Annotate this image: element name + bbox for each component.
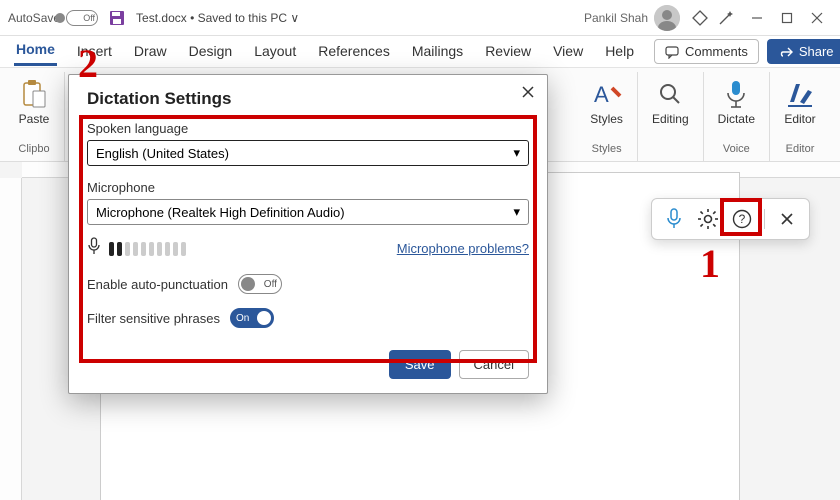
- microphone-select[interactable]: Microphone (Realtek High Definition Audi…: [87, 199, 529, 225]
- microphone-level-row: Microphone problems?: [87, 237, 529, 260]
- microphone-level-meter: [109, 242, 186, 256]
- user-name: Pankil Shah: [584, 11, 648, 25]
- clipboard-icon: [18, 78, 50, 110]
- editing-button[interactable]: Editing: [648, 74, 693, 126]
- title-bar: AutoSave Off Test.docx • Saved to this P…: [0, 0, 840, 36]
- editor-icon: [784, 78, 816, 110]
- dictation-help-button[interactable]: ?: [730, 207, 754, 231]
- ribbon-group-voice: Dictate Voice: [704, 72, 770, 161]
- styles-button[interactable]: A Styles: [586, 74, 627, 126]
- language-select[interactable]: English (United States) ▾: [87, 140, 529, 166]
- save-button[interactable]: Save: [389, 350, 451, 379]
- chevron-down-icon: ▾: [513, 204, 520, 220]
- language-label: Spoken language: [87, 121, 529, 136]
- ribbon-group-styles: A Styles Styles: [576, 72, 638, 161]
- dictation-mic-button[interactable]: [662, 207, 686, 231]
- filter-phrases-row: Filter sensitive phrases On: [87, 308, 529, 328]
- chevron-down-icon: ▾: [513, 145, 520, 161]
- auto-punctuation-row: Enable auto-punctuation Off: [87, 274, 529, 294]
- ribbon-tabs: Home Insert Draw Design Layout Reference…: [0, 36, 840, 68]
- editor-button[interactable]: Editor: [780, 74, 820, 126]
- svg-text:?: ?: [739, 212, 746, 226]
- share-button[interactable]: Share: [767, 39, 840, 64]
- maximize-button[interactable]: [772, 4, 802, 32]
- microphone-problems-link[interactable]: Microphone problems?: [397, 241, 529, 256]
- tab-view[interactable]: View: [551, 39, 585, 65]
- annotation-callout-2: 2: [78, 40, 98, 87]
- dialog-title: Dictation Settings: [87, 89, 529, 109]
- tab-design[interactable]: Design: [187, 39, 235, 65]
- autosave-control[interactable]: AutoSave Off: [8, 10, 98, 26]
- diamond-icon[interactable]: [690, 8, 710, 28]
- dictation-toolbar: ?: [651, 198, 810, 240]
- autosave-label: AutoSave: [8, 11, 60, 25]
- paste-button[interactable]: Paste: [14, 74, 54, 126]
- tab-references[interactable]: References: [316, 39, 392, 65]
- tab-mailings[interactable]: Mailings: [410, 39, 465, 65]
- user-avatar[interactable]: [654, 5, 680, 31]
- vertical-ruler[interactable]: [0, 178, 22, 500]
- microphone-icon: [720, 78, 752, 110]
- comments-button[interactable]: Comments: [654, 39, 759, 64]
- ribbon-group-editing: Editing: [638, 72, 704, 161]
- search-icon: [654, 78, 686, 110]
- dictation-settings-button[interactable]: [696, 207, 720, 231]
- ribbon-group-clipboard: Paste Clipbo: [10, 72, 65, 161]
- dictate-button[interactable]: Dictate: [714, 74, 759, 126]
- save-icon[interactable]: [108, 9, 126, 27]
- autosave-toggle[interactable]: Off: [66, 10, 98, 26]
- microphone-label: Microphone: [87, 180, 529, 195]
- tab-home[interactable]: Home: [14, 37, 57, 66]
- cancel-button[interactable]: Cancel: [459, 350, 529, 379]
- tab-help[interactable]: Help: [603, 39, 636, 65]
- svg-text:A: A: [594, 82, 609, 107]
- minimize-button[interactable]: [742, 4, 772, 32]
- styles-icon: A: [591, 78, 623, 110]
- auto-punctuation-toggle[interactable]: Off: [238, 274, 282, 294]
- document-title[interactable]: Test.docx • Saved to this PC ∨: [136, 11, 299, 25]
- dialog-close-button[interactable]: [521, 85, 535, 104]
- dictation-close-button[interactable]: [775, 207, 799, 231]
- ribbon-group-editor: Editor Editor: [770, 72, 830, 161]
- sparkle-icon[interactable]: [716, 8, 736, 28]
- annotation-callout-1: 1: [700, 240, 720, 287]
- dictation-settings-dialog: Dictation Settings Spoken language Engli…: [68, 74, 548, 394]
- tab-review[interactable]: Review: [483, 39, 533, 65]
- close-button[interactable]: [802, 4, 832, 32]
- microphone-icon: [87, 237, 101, 260]
- tab-draw[interactable]: Draw: [132, 39, 169, 65]
- filter-phrases-toggle[interactable]: On: [230, 308, 274, 328]
- tab-layout[interactable]: Layout: [252, 39, 298, 65]
